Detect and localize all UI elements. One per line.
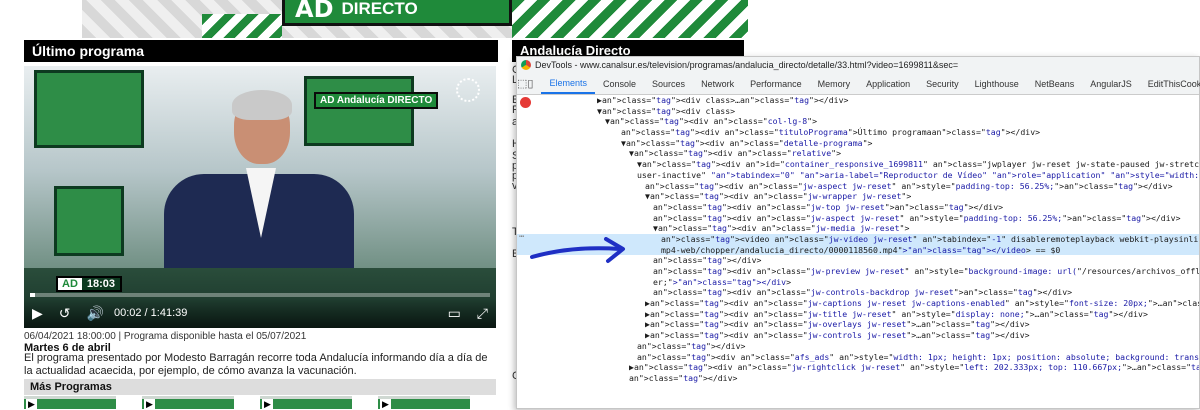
tab-console[interactable]: Console	[595, 73, 644, 94]
time-display: 00:02 / 1:41:39	[113, 307, 188, 319]
cast-icon[interactable]: ▭	[448, 305, 461, 322]
rewind-10-icon[interactable]: ↺	[59, 305, 71, 322]
play-icon: ▶	[26, 399, 37, 410]
tab-netbeans[interactable]: NetBeans	[1027, 73, 1083, 94]
more-programs-list: ▶ ▶ ▶ ▶	[24, 396, 496, 410]
dom-node[interactable]: an">class="tag"><div an">class="jw-contr…	[517, 287, 1199, 298]
dom-node[interactable]: ▼an">class="tag"><div an">class="jw-medi…	[517, 223, 1199, 234]
devtools-window: DevTools - www.canalsur.es/television/pr…	[516, 56, 1200, 409]
program-meta: 06/04/2021 18:00:00 | Programa disponibl…	[24, 331, 307, 342]
banner-logo-ad: AD	[295, 0, 334, 23]
play-icon[interactable]: ▶	[32, 305, 43, 322]
breakpoint-dot	[520, 97, 531, 108]
play-icon: ▶	[380, 399, 391, 410]
video-player[interactable]: AD Andalucía DIRECTO AD 18:03 ▶ ↺ 🔊 00:0…	[24, 66, 496, 328]
top-banner: AD DIRECTO	[82, 0, 748, 38]
dom-node[interactable]: an">class="tag"><div an">class="jw-aspec…	[517, 213, 1199, 224]
program-thumbnail[interactable]: ▶	[24, 396, 116, 410]
inspect-element-icon[interactable]: ⬚	[517, 73, 527, 94]
progress-bar[interactable]	[30, 293, 490, 297]
latest-program-title: Último programa	[24, 40, 498, 62]
dom-node[interactable]: an">class="tag"><div an">class="jw-previ…	[517, 266, 1199, 277]
progress-fill	[30, 293, 35, 297]
tab-editthiscookie[interactable]: EditThisCookie	[1140, 73, 1200, 94]
dom-node[interactable]: an">class="tag"><div an">class="tituloPr…	[517, 127, 1199, 138]
dom-node[interactable]: ▶an">class="tag"><div an">class="jw-righ…	[517, 362, 1199, 373]
banner-logo-text: DIRECTO	[341, 0, 418, 18]
time-bug: AD 18:03	[56, 276, 123, 292]
presenter-hair	[232, 90, 292, 120]
volume-icon[interactable]: 🔊	[87, 305, 104, 322]
channel-bug-icon	[456, 78, 480, 102]
episode-description: El programa presentado por Modesto Barra…	[24, 352, 488, 377]
devtools-tabbar: ⬚ ▯ Elements Console Sources Network Perform…	[517, 73, 1200, 95]
tab-security[interactable]: Security	[918, 73, 967, 94]
tab-elements[interactable]: Elements	[541, 73, 595, 94]
current-time: 00:02	[113, 307, 142, 319]
program-thumbnail[interactable]: ▶	[142, 396, 234, 410]
player-controls: ▶ ↺ 🔊 00:02 / 1:41:39 ▭ ⤢	[24, 298, 496, 328]
devtools-titlebar: DevTools - www.canalsur.es/television/pr…	[517, 57, 1199, 73]
time-bug-time: 18:03	[81, 278, 121, 290]
tab-sources[interactable]: Sources	[644, 73, 693, 94]
tab-lighthouse[interactable]: Lighthouse	[967, 73, 1027, 94]
dom-node[interactable]: ▼an">class="tag"><div an">class="detalle…	[517, 138, 1199, 149]
banner-logo: AD DIRECTO	[282, 0, 512, 26]
dom-node[interactable]: ▼an">class="tag"><div an">class="jw-wrap…	[517, 191, 1199, 202]
dom-node[interactable]: an">class="tag"><div an">class="afs_ads"…	[517, 352, 1199, 363]
dom-node[interactable]: er;">"an">class="tag"></div>	[517, 277, 1199, 288]
studio-screen-left	[34, 70, 144, 148]
dom-node[interactable]: an">class="tag"><div an">class="jw-top j…	[517, 202, 1199, 213]
chrome-icon	[521, 60, 531, 70]
dom-node[interactable]: an">class="tag"><div an">class="jw-aspec…	[517, 181, 1199, 192]
dom-node[interactable]: ▶an">class="tag"><div an">class="jw-capt…	[517, 298, 1199, 309]
devtools-title: DevTools - www.canalsur.es/television/pr…	[535, 60, 959, 70]
tab-network[interactable]: Network	[693, 73, 742, 94]
tab-angularjs[interactable]: AngularJS	[1082, 73, 1140, 94]
tab-performance[interactable]: Performance	[742, 73, 810, 94]
dom-node[interactable]: ▶an">class="tag"><div an">class="jw-over…	[517, 319, 1199, 330]
tab-application[interactable]: Application	[858, 73, 918, 94]
dom-node[interactable]: ▼an">class="tag"><div an">id="container_…	[517, 159, 1199, 170]
dom-node[interactable]: an">class="tag"></div>	[517, 373, 1199, 384]
dom-node[interactable]: ▼an">class="tag"><div an">class="relativ…	[517, 148, 1199, 159]
dom-node[interactable]: ▼an">class="tag"><div class>	[517, 106, 1199, 117]
dom-node[interactable]: user-inactive" "an">tabindex="0" "an">ar…	[517, 170, 1199, 181]
dom-node[interactable]: ▶an">class="tag"><div class>…an">class="…	[517, 95, 1199, 106]
more-options-icon[interactable]: ⋯	[519, 232, 524, 243]
dom-node[interactable]: an">class="tag"></div>	[517, 341, 1199, 352]
studio-screen-lower	[54, 186, 124, 256]
play-icon: ▶	[262, 399, 273, 410]
play-icon: ▶	[144, 399, 155, 410]
dom-node[interactable]: ▶an">class="tag"><div an">class="jw-cont…	[517, 330, 1199, 341]
dom-node[interactable]: ▼an">class="tag"><div an">class="col-lg-…	[517, 116, 1199, 127]
banner-stripes-left	[202, 14, 282, 38]
annotation-arrow-icon	[530, 237, 625, 263]
duration: 1:41:39	[150, 307, 188, 319]
program-thumbnail[interactable]: ▶	[260, 396, 352, 410]
tab-memory[interactable]: Memory	[810, 73, 859, 94]
dom-node[interactable]: ▶an">class="tag"><div an">class="jw-titl…	[517, 309, 1199, 320]
fullscreen-icon[interactable]: ⤢	[477, 305, 488, 322]
program-thumbnail[interactable]: ▶	[378, 396, 470, 410]
device-toolbar-icon[interactable]: ▯	[527, 73, 533, 94]
banner-stripes-right	[512, 0, 748, 38]
more-programs-title: Más Programas	[24, 379, 496, 395]
time-bug-ad: AD	[58, 278, 82, 290]
